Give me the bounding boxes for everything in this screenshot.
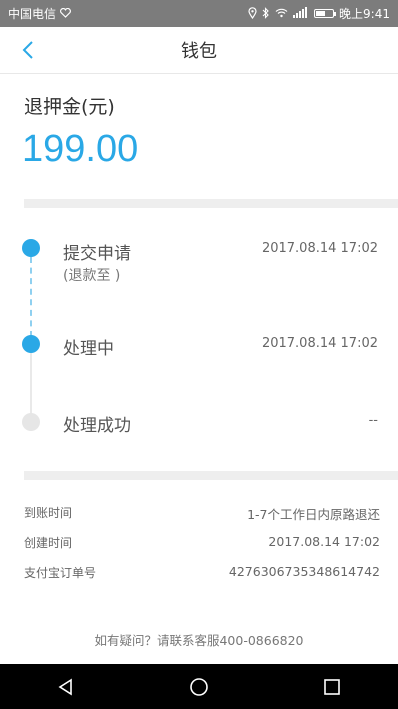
battery-fill xyxy=(316,11,326,16)
back-nav-button[interactable] xyxy=(46,667,86,707)
detail-row-arrival: 到账时间 1-7个工作日内原路退还 xyxy=(24,504,380,523)
detail-value: 2017.08.14 17:02 xyxy=(268,534,380,549)
square-recents-icon xyxy=(323,678,340,695)
system-navigation-bar xyxy=(0,664,398,709)
status-right: 晚上9:41 xyxy=(248,5,390,22)
detail-value: 1-7个工作日内原路退还 xyxy=(247,507,380,522)
deposit-label: 退押金(元) xyxy=(24,96,115,118)
deposit-amount: 199.00 xyxy=(22,128,139,170)
timeline-connector xyxy=(30,352,32,414)
triangle-back-icon xyxy=(58,678,73,695)
step-title: 处理成功 xyxy=(63,416,131,436)
step-subtitle: (退款至 ) xyxy=(63,268,121,284)
status-left: 中国电信 xyxy=(8,5,71,22)
detail-row-order-number: 支付宝订单号 4276306735348614742 xyxy=(24,564,380,581)
step-dot-active-icon xyxy=(22,239,40,257)
heart-icon xyxy=(60,7,71,20)
step-time: 2017.08.14 17:02 xyxy=(261,241,378,256)
location-icon xyxy=(248,6,257,21)
step-dot-pending-icon xyxy=(22,413,40,431)
battery-icon xyxy=(314,9,337,18)
home-nav-button[interactable] xyxy=(179,667,219,707)
status-bar: 中国电信 晚上9:41 xyxy=(0,0,398,27)
detail-row-created: 创建时间 2017.08.14 17:02 xyxy=(24,534,380,551)
step-time: 2017.08.14 17:02 xyxy=(261,336,378,351)
header-bar: 钱包 xyxy=(0,27,398,74)
wifi-icon xyxy=(275,8,288,20)
step-time: -- xyxy=(368,413,378,428)
back-button[interactable] xyxy=(14,35,42,65)
recents-nav-button[interactable] xyxy=(312,667,352,707)
detail-label: 支付宝订单号 xyxy=(24,566,97,580)
circle-home-icon xyxy=(190,677,208,696)
signal-icon xyxy=(293,7,309,20)
step-dot-active-icon xyxy=(22,335,40,353)
bluetooth-icon xyxy=(262,6,270,21)
detail-label: 创建时间 xyxy=(24,536,73,550)
carrier-label: 中国电信 xyxy=(8,7,57,21)
section-divider xyxy=(24,471,398,480)
page-title: 钱包 xyxy=(181,41,217,62)
chevron-left-icon xyxy=(22,41,33,59)
detail-label: 到账时间 xyxy=(24,506,73,520)
help-contact-link[interactable]: 如有疑问？请联系客服400-0866820 xyxy=(0,630,398,649)
timeline-connector-dashed xyxy=(30,257,32,337)
step-title: 处理中 xyxy=(63,339,114,359)
clock-label: 晚上9:41 xyxy=(339,7,390,21)
detail-value[interactable]: 4276306735348614742 xyxy=(229,564,380,581)
step-title: 提交申请 xyxy=(63,244,131,264)
section-divider xyxy=(24,199,398,208)
